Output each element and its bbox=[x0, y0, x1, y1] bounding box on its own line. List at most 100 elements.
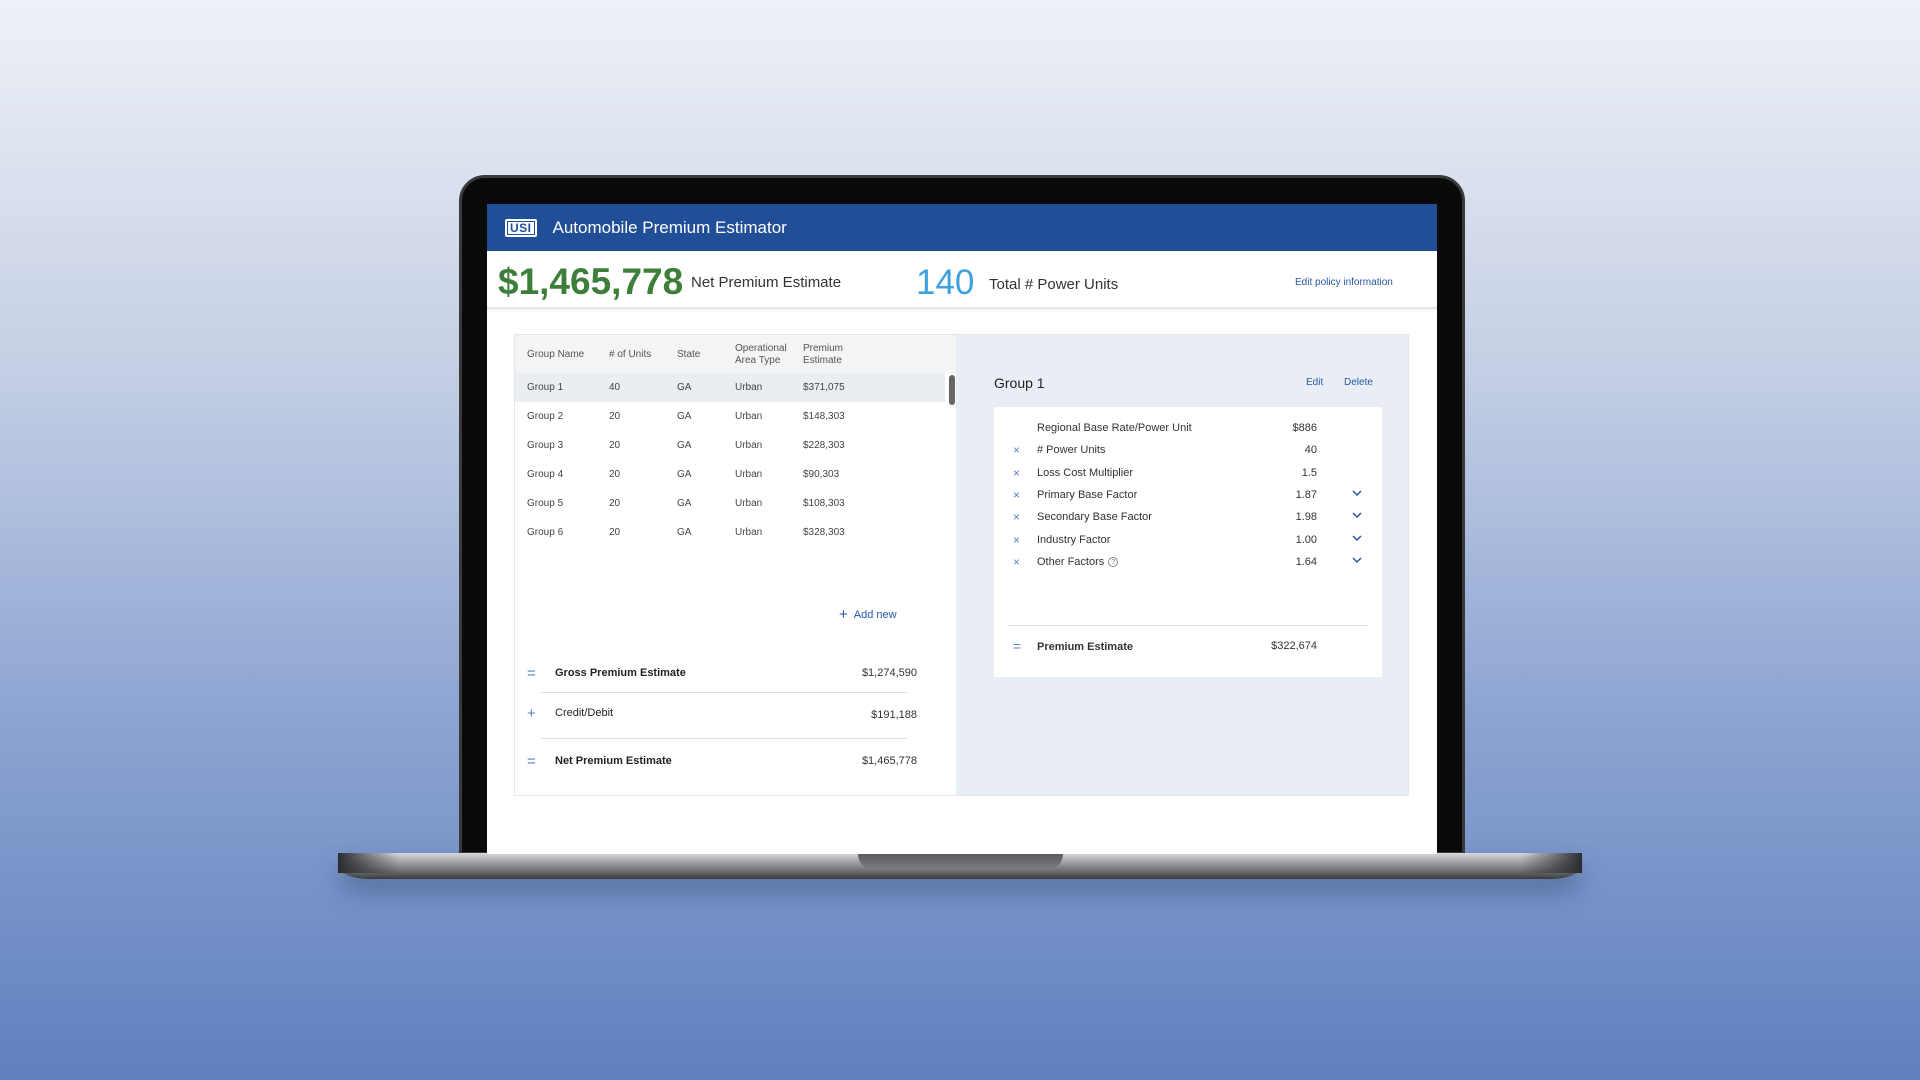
cell-area-type: Urban bbox=[735, 469, 763, 480]
factor-label-text: Industry Factor bbox=[1037, 533, 1111, 546]
gross-premium-row: = Gross Premium Estimate $1,274,590 bbox=[527, 665, 917, 695]
table-header: Group Name # of Units State Operational … bbox=[515, 335, 956, 373]
cell-area-type: Urban bbox=[735, 498, 763, 509]
col-header-area-type[interactable]: Operational Area Type bbox=[735, 343, 797, 367]
equals-icon: = bbox=[1013, 638, 1022, 654]
cell-units: 20 bbox=[609, 498, 621, 509]
multiply-icon: × bbox=[1013, 465, 1021, 480]
cell-state: GA bbox=[677, 411, 692, 422]
table-row[interactable]: Group 4 20 GA Urban $90,303 bbox=[515, 460, 945, 489]
factor-value: 1.5 bbox=[1301, 466, 1317, 479]
app-title: Automobile Premium Estimator bbox=[552, 217, 787, 237]
cell-group-name: Group 6 bbox=[527, 527, 564, 538]
factor-label: Primary Base Factor bbox=[1037, 489, 1137, 501]
cell-premium: $371,075 bbox=[803, 382, 845, 393]
gross-premium-value: $1,274,590 bbox=[861, 667, 917, 679]
cell-premium: $90,303 bbox=[803, 469, 840, 480]
cell-premium: $148,303 bbox=[803, 411, 845, 422]
factor-label: Loss Cost Multiplier bbox=[1037, 467, 1133, 479]
table-row[interactable]: Group 2 20 GA Urban $148,303 bbox=[515, 402, 945, 431]
cell-area-type: Urban bbox=[735, 527, 763, 538]
cell-group-name: Group 4 bbox=[527, 469, 564, 480]
cell-group-name: Group 5 bbox=[527, 498, 564, 509]
chevron-down-icon[interactable] bbox=[1350, 531, 1364, 545]
chevron-down-icon[interactable] bbox=[1350, 486, 1364, 500]
factor-label-text: Other Factors bbox=[1037, 555, 1105, 568]
col-header-group-name[interactable]: Group Name bbox=[527, 349, 607, 361]
net-premium-total-label: Net Premium Estimate bbox=[555, 755, 672, 767]
cell-units: 20 bbox=[609, 440, 621, 451]
plus-icon: + bbox=[527, 705, 536, 722]
factor-label-text: Primary Base Factor bbox=[1037, 488, 1138, 501]
factor-value: 1.87 bbox=[1295, 488, 1317, 501]
credit-debit-label: Credit/Debit bbox=[555, 707, 614, 719]
groups-panel: Group Name # of Units State Operational … bbox=[515, 335, 956, 795]
cell-units: 20 bbox=[609, 411, 621, 422]
chevron-down-icon[interactable] bbox=[1350, 508, 1364, 522]
factor-value: 1.00 bbox=[1295, 533, 1317, 546]
divider bbox=[1008, 625, 1368, 626]
cell-area-type: Urban bbox=[735, 382, 763, 393]
edit-group-button[interactable]: Edit bbox=[1306, 377, 1323, 388]
cell-premium: $328,303 bbox=[803, 527, 845, 538]
table-row[interactable]: Group 6 20 GA Urban $328,303 bbox=[515, 518, 945, 547]
cell-area-type: Urban bbox=[735, 411, 763, 422]
multiply-icon: × bbox=[1013, 532, 1021, 547]
factor-row: × Primary Base Factor 1.87 bbox=[994, 486, 1382, 508]
help-icon[interactable]: ? bbox=[1108, 556, 1119, 567]
cell-premium: $228,303 bbox=[803, 440, 845, 451]
premium-estimate-label: Premium Estimate bbox=[1037, 641, 1133, 653]
chevron-down-icon[interactable] bbox=[1350, 553, 1364, 567]
plus-icon: + bbox=[839, 606, 848, 623]
cell-state: GA bbox=[677, 498, 692, 509]
cell-group-name: Group 1 bbox=[527, 382, 564, 393]
table-row[interactable]: Group 5 20 GA Urban $108,303 bbox=[515, 489, 945, 518]
multiply-icon: × bbox=[1013, 443, 1021, 458]
factor-label: Regional Base Rate/Power Unit bbox=[1037, 422, 1192, 434]
summary-bar: $1,465,778 Net Premium Estimate 140 Tota… bbox=[487, 251, 1437, 309]
premium-estimate-row: = Premium Estimate $322,674 bbox=[994, 638, 1382, 660]
divider bbox=[541, 692, 907, 693]
estimator-card: Group Name # of Units State Operational … bbox=[514, 334, 1409, 796]
app-screen: USI Automobile Premium Estimator $1,465,… bbox=[487, 204, 1437, 854]
edit-policy-link[interactable]: Edit policy information bbox=[1295, 277, 1393, 288]
cell-area-type: Urban bbox=[735, 440, 763, 451]
power-units-label: Total # Power Units bbox=[989, 276, 1119, 293]
group-detail-title: Group 1 bbox=[994, 375, 1045, 391]
factor-row: × # Power Units 40 bbox=[994, 441, 1382, 463]
net-premium-total-value: $1,465,778 bbox=[861, 755, 917, 767]
col-header-units[interactable]: # of Units bbox=[609, 349, 669, 361]
add-new-button[interactable]: + Add new bbox=[839, 605, 897, 623]
table-row[interactable]: Group 3 20 GA Urban $228,303 bbox=[515, 431, 945, 460]
app-header: USI Automobile Premium Estimator bbox=[487, 204, 1437, 251]
multiply-icon: × bbox=[1013, 510, 1021, 525]
power-units-value: 140 bbox=[916, 263, 975, 302]
net-premium-label: Net Premium Estimate bbox=[691, 274, 842, 291]
cell-group-name: Group 3 bbox=[527, 440, 564, 451]
cell-premium: $108,303 bbox=[803, 498, 845, 509]
delete-group-button[interactable]: Delete bbox=[1344, 377, 1373, 388]
premium-estimate-value: $322,674 bbox=[1271, 640, 1317, 652]
laptop-notch bbox=[858, 853, 1063, 870]
factor-label-text: Regional Base Rate/Power Unit bbox=[1037, 422, 1192, 434]
factor-list: Regional Base Rate/Power Unit $886 × # Powe… bbox=[994, 407, 1382, 677]
factor-row: × Industry Factor 1.00 bbox=[994, 531, 1382, 553]
net-premium-value: $1,465,778 bbox=[498, 261, 684, 302]
table-row[interactable]: Group 1 40 GA Urban $371,075 bbox=[515, 373, 945, 402]
table-scrollbar[interactable] bbox=[949, 375, 955, 405]
factor-label-text: Loss Cost Multiplier bbox=[1037, 466, 1133, 479]
factor-row: × Other Factors? 1.64 bbox=[994, 553, 1382, 575]
gross-premium-label: Gross Premium Estimate bbox=[555, 667, 686, 679]
factor-label-text: # Power Units bbox=[1037, 444, 1106, 457]
factor-value: $886 bbox=[1292, 422, 1317, 434]
equals-icon: = bbox=[527, 753, 536, 770]
cell-units: 20 bbox=[609, 469, 621, 480]
cell-units: 20 bbox=[609, 527, 621, 538]
cell-units: 40 bbox=[609, 382, 621, 393]
col-header-state[interactable]: State bbox=[677, 349, 717, 361]
equals-icon: = bbox=[527, 665, 536, 682]
col-header-premium[interactable]: Premium Estimate bbox=[803, 343, 853, 367]
factor-label: Industry Factor bbox=[1037, 534, 1110, 546]
credit-debit-value: $191,188 bbox=[871, 709, 917, 721]
factor-row: Regional Base Rate/Power Unit $886 bbox=[994, 419, 1382, 441]
